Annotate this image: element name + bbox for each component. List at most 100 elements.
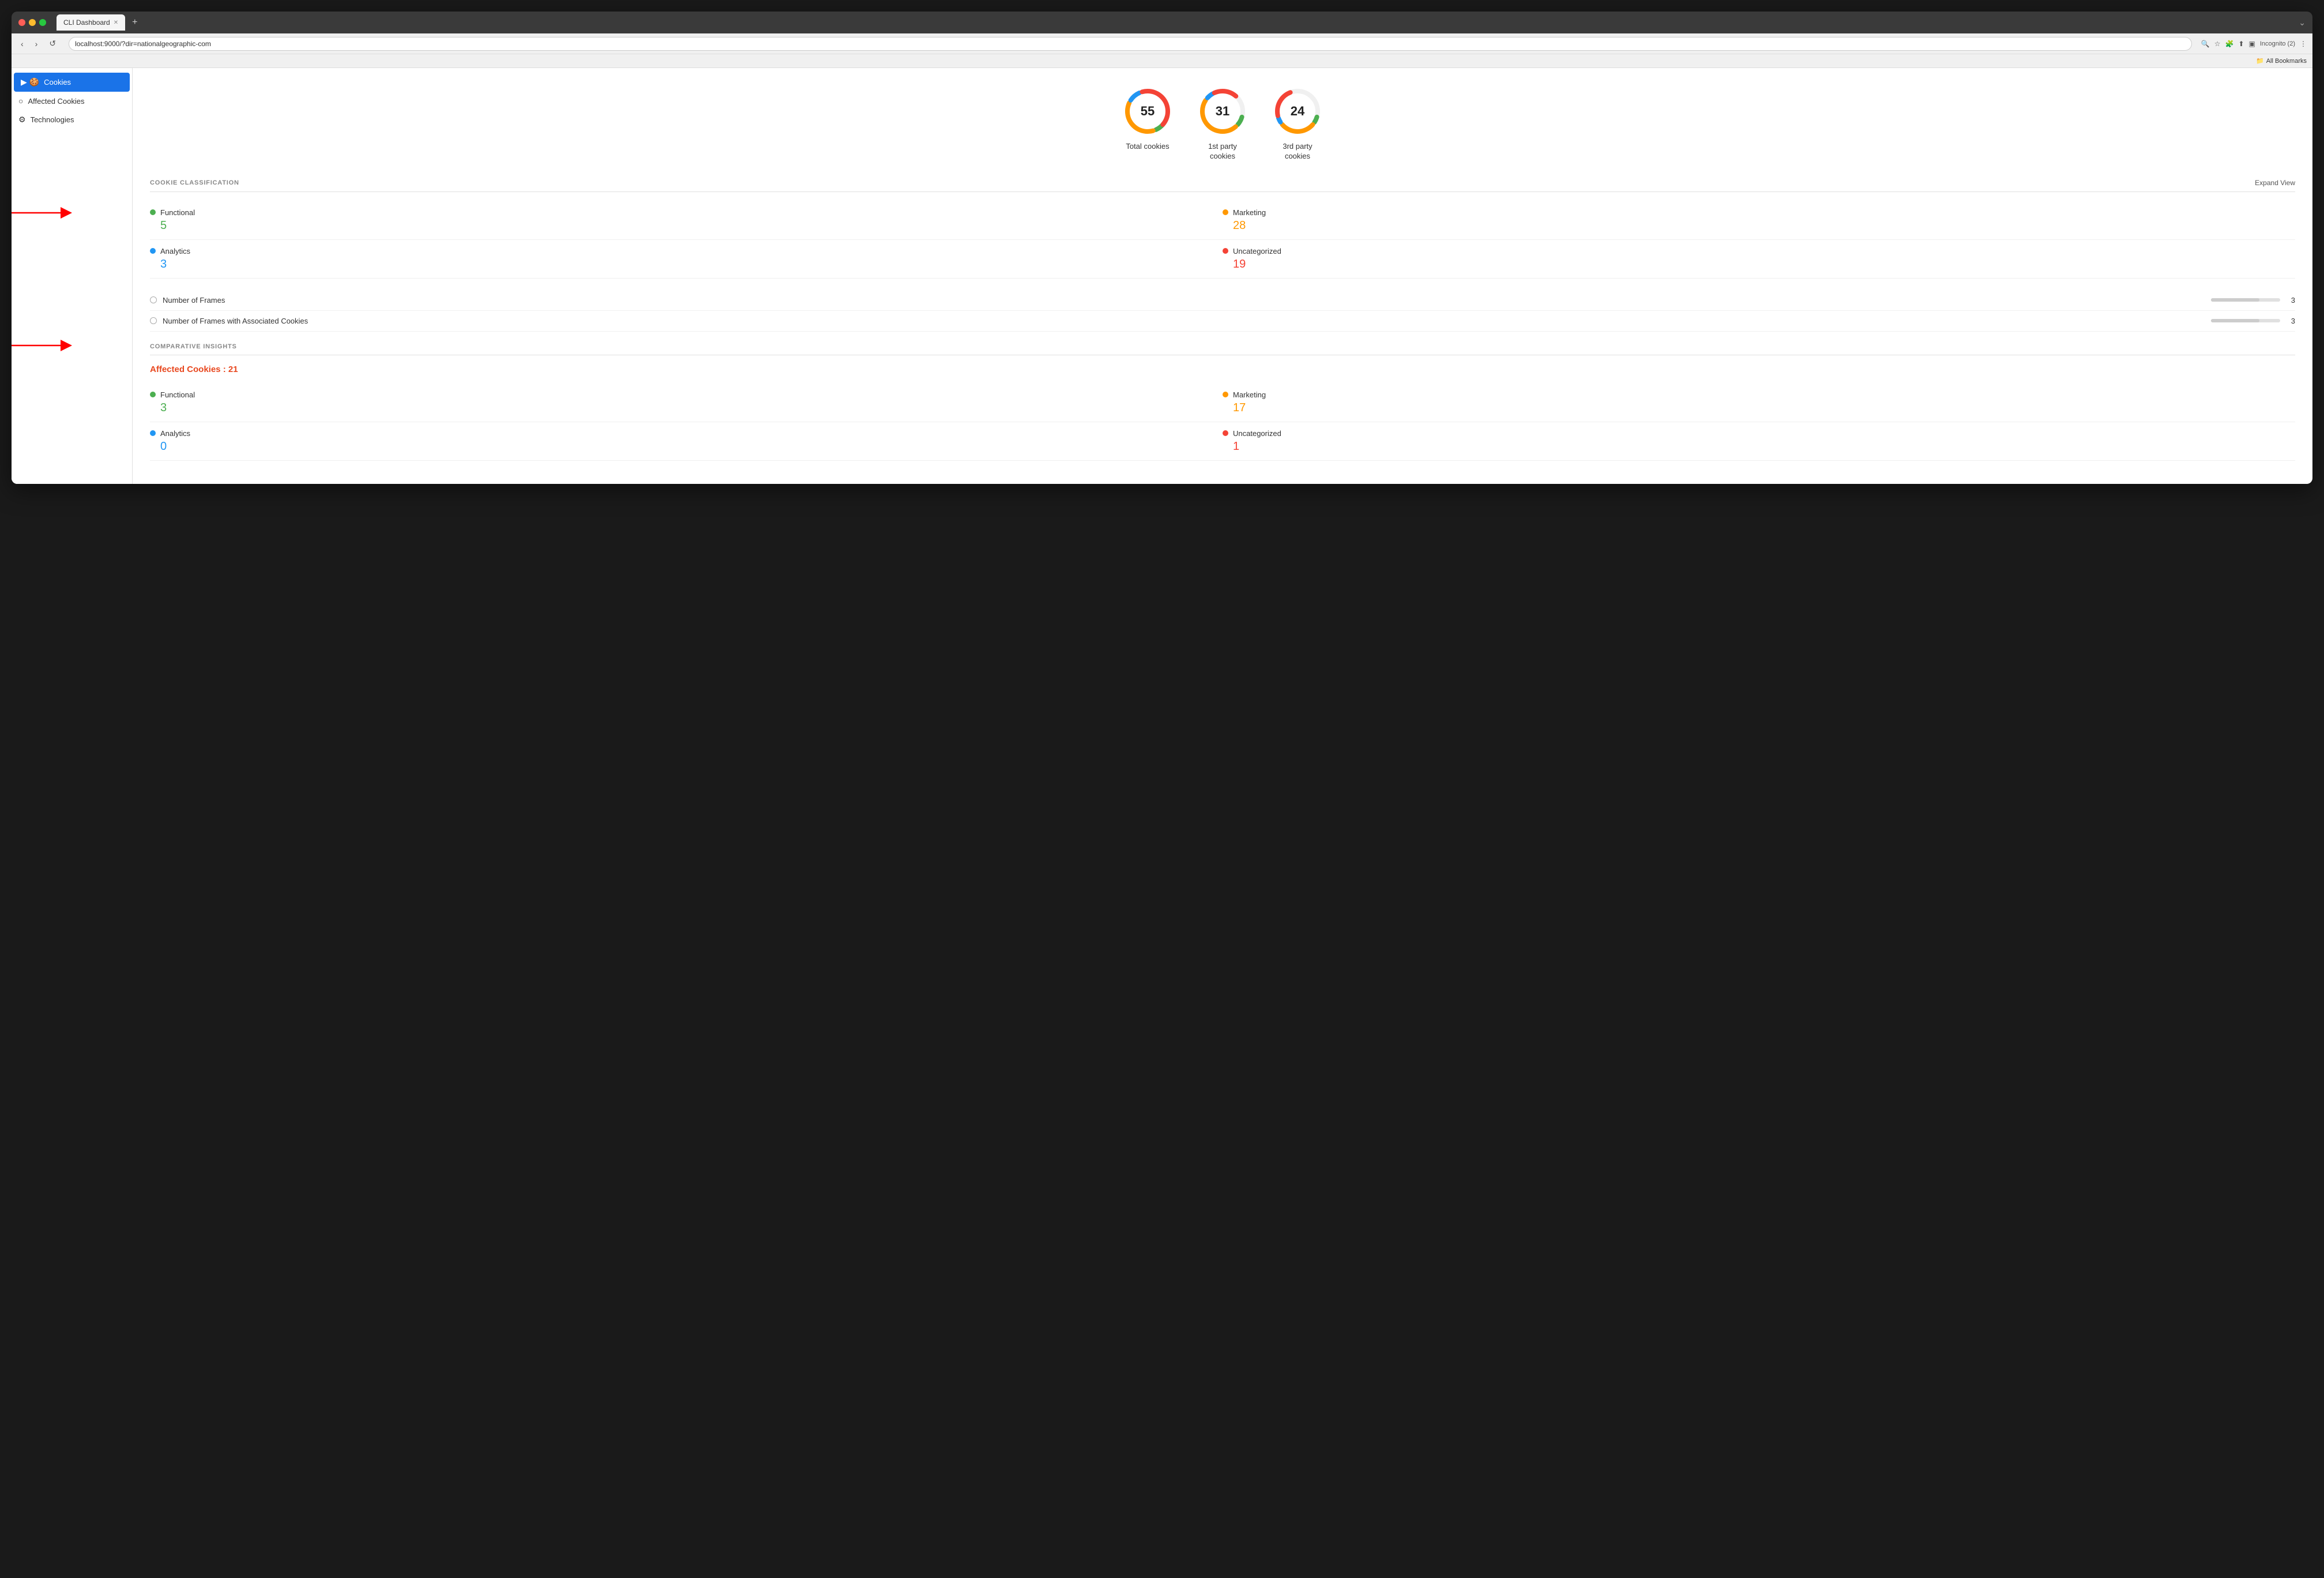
technologies-icon: ⚙ — [18, 115, 26, 125]
marketing-header: Marketing — [1223, 208, 2295, 217]
marketing-count: 28 — [1223, 219, 2295, 232]
extensions-icon[interactable]: 🧩 — [2225, 40, 2233, 48]
reader-view-icon[interactable]: ▣ — [2249, 40, 2255, 48]
classification-uncategorized[interactable]: Uncategorized 19 — [1223, 240, 2295, 279]
uncategorized-header: Uncategorized — [1223, 247, 2295, 256]
comp-functional[interactable]: Functional 3 — [150, 384, 1223, 422]
comp-functional-header: Functional — [150, 390, 1223, 399]
address-bar[interactable]: localhost:9000/?dir=nationalgeographic-c… — [69, 37, 2192, 51]
frames-bar — [2211, 298, 2280, 302]
share-icon[interactable]: ⬆ — [2238, 40, 2244, 48]
analytics-header: Analytics — [150, 247, 1223, 256]
comp-functional-count: 3 — [150, 401, 1223, 415]
third-party-value: 24 — [1291, 104, 1304, 119]
uncategorized-dot — [1223, 248, 1228, 254]
functional-label: Functional — [160, 208, 195, 217]
analytics-label: Analytics — [160, 247, 190, 256]
comp-marketing[interactable]: Marketing 17 — [1223, 384, 2295, 422]
number-of-frames-label: Number of Frames — [163, 296, 2205, 305]
arrow-annotation-2 — [12, 204, 75, 221]
uncategorized-label: Uncategorized — [1233, 247, 1281, 256]
classification-functional[interactable]: Functional 5 — [150, 201, 1223, 240]
browser-window: CLI Dashboard ✕ + ⌄ ‹ › ↺ localhost:9000… — [12, 12, 2312, 484]
frames-with-cookies-row: Number of Frames with Associated Cookies… — [150, 311, 2295, 332]
comp-marketing-count: 17 — [1223, 401, 2295, 415]
sidebar: ▶ 🍪 Cookies ○ Affected Cookies ⚙ Technol… — [12, 68, 133, 484]
comp-marketing-dot — [1223, 392, 1228, 397]
frames-bar-fill — [2211, 298, 2259, 302]
sidebar-technologies-label: Technologies — [31, 115, 74, 124]
tab-close-icon[interactable]: ✕ — [114, 20, 118, 26]
comp-marketing-name: Marketing — [1233, 390, 1266, 399]
marketing-dot — [1223, 209, 1228, 215]
cookies-icon: ▶ 🍪 — [21, 77, 39, 87]
comp-functional-name: Functional — [160, 390, 195, 399]
comp-functional-dot — [150, 392, 156, 397]
analytics-count: 3 — [150, 258, 1223, 271]
functional-dot — [150, 209, 156, 215]
bookmarks-folder-icon: 📁 — [2256, 57, 2264, 65]
first-party-value: 31 — [1216, 104, 1229, 119]
minimize-button[interactable] — [29, 19, 36, 26]
classification-title: COOKIE CLASSIFICATION — [150, 179, 239, 186]
frames-associated-dot-icon — [150, 317, 157, 324]
refresh-button[interactable]: ↺ — [46, 37, 59, 50]
close-button[interactable] — [18, 19, 25, 26]
total-cookies-chart: 55 Total cookies — [1122, 85, 1174, 161]
tab-bar: CLI Dashboard ✕ + — [57, 14, 2294, 31]
active-tab[interactable]: CLI Dashboard ✕ — [57, 14, 125, 31]
third-party-donut: 24 — [1272, 85, 1323, 137]
back-button[interactable]: ‹ — [17, 38, 27, 50]
frames-associated-bar-fill — [2211, 319, 2259, 322]
comp-analytics[interactable]: Analytics 0 — [150, 422, 1223, 461]
frames-with-cookies-label: Number of Frames with Associated Cookies — [163, 317, 2205, 325]
frames-with-cookies-count: 3 — [2286, 317, 2295, 325]
frames-associated-bar — [2211, 319, 2280, 322]
window-controls-icon: ⌄ — [2299, 18, 2306, 28]
comparative-section: COMPARATIVE INSIGHTS Affected Cookies : … — [150, 343, 2295, 461]
frames-section: Number of Frames 3 Number of Frames with… — [150, 290, 2295, 332]
zoom-icon: 🔍 — [2201, 40, 2210, 48]
bookmarks-bar: 📁 All Bookmarks — [12, 54, 2312, 68]
comparative-title: COMPARATIVE INSIGHTS — [150, 343, 237, 350]
comp-analytics-header: Analytics — [150, 429, 1223, 438]
sidebar-item-cookies[interactable]: ▶ 🍪 Cookies — [14, 73, 130, 92]
forward-button[interactable]: › — [32, 38, 42, 50]
fullscreen-button[interactable] — [39, 19, 46, 26]
title-bar: CLI Dashboard ✕ + ⌄ — [12, 12, 2312, 33]
comp-uncategorized-name: Uncategorized — [1233, 429, 1281, 438]
comp-uncategorized[interactable]: Uncategorized 1 — [1223, 422, 2295, 461]
uncategorized-count: 19 — [1223, 258, 2295, 271]
classification-grid: Functional 5 Marketing 28 Analyt — [150, 201, 2295, 279]
bookmarks-label: All Bookmarks — [2266, 58, 2307, 65]
analytics-dot — [150, 248, 156, 254]
sidebar-affected-cookies-label: Affected Cookies — [28, 97, 84, 106]
functional-header: Functional — [150, 208, 1223, 217]
first-party-donut: 31 — [1197, 85, 1249, 137]
bookmark-star-icon[interactable]: ☆ — [2214, 40, 2221, 48]
comparative-grid: Functional 3 Marketing 17 — [150, 384, 2295, 461]
expand-view-button[interactable]: Expand View — [2255, 179, 2295, 187]
comp-analytics-count: 0 — [150, 440, 1223, 453]
comp-uncategorized-count: 1 — [1223, 440, 2295, 453]
total-cookies-value: 55 — [1141, 104, 1155, 119]
frames-dot-icon — [150, 296, 157, 303]
menu-icon[interactable]: ⋮ — [2300, 40, 2307, 48]
comp-analytics-dot — [150, 430, 156, 436]
nav-right-icons: 🔍 ☆ 🧩 ⬆ ▣ Incognito (2) ⋮ — [2201, 40, 2307, 48]
charts-row: 55 Total cookies — [150, 85, 2295, 161]
url-text: localhost:9000/?dir=nationalgeographic-c… — [75, 40, 211, 48]
app-container: ▶ 🍪 Cookies ○ Affected Cookies ⚙ Technol… — [12, 68, 2312, 484]
main-content: 55 Total cookies — [133, 68, 2312, 484]
first-party-label: 1st partycookies — [1208, 142, 1237, 161]
nav-bar: ‹ › ↺ localhost:9000/?dir=nationalgeogra… — [12, 33, 2312, 54]
new-tab-button[interactable]: + — [127, 17, 142, 28]
comp-uncategorized-header: Uncategorized — [1223, 429, 2295, 438]
total-cookies-label: Total cookies — [1126, 142, 1169, 152]
third-party-chart: 24 3rd partycookies — [1272, 85, 1323, 161]
sidebar-item-affected-cookies[interactable]: ○ Affected Cookies — [12, 92, 132, 110]
comp-marketing-header: Marketing — [1223, 390, 2295, 399]
sidebar-item-technologies[interactable]: ⚙ Technologies — [12, 110, 132, 129]
classification-marketing[interactable]: Marketing 28 — [1223, 201, 2295, 240]
classification-analytics[interactable]: Analytics 3 — [150, 240, 1223, 279]
